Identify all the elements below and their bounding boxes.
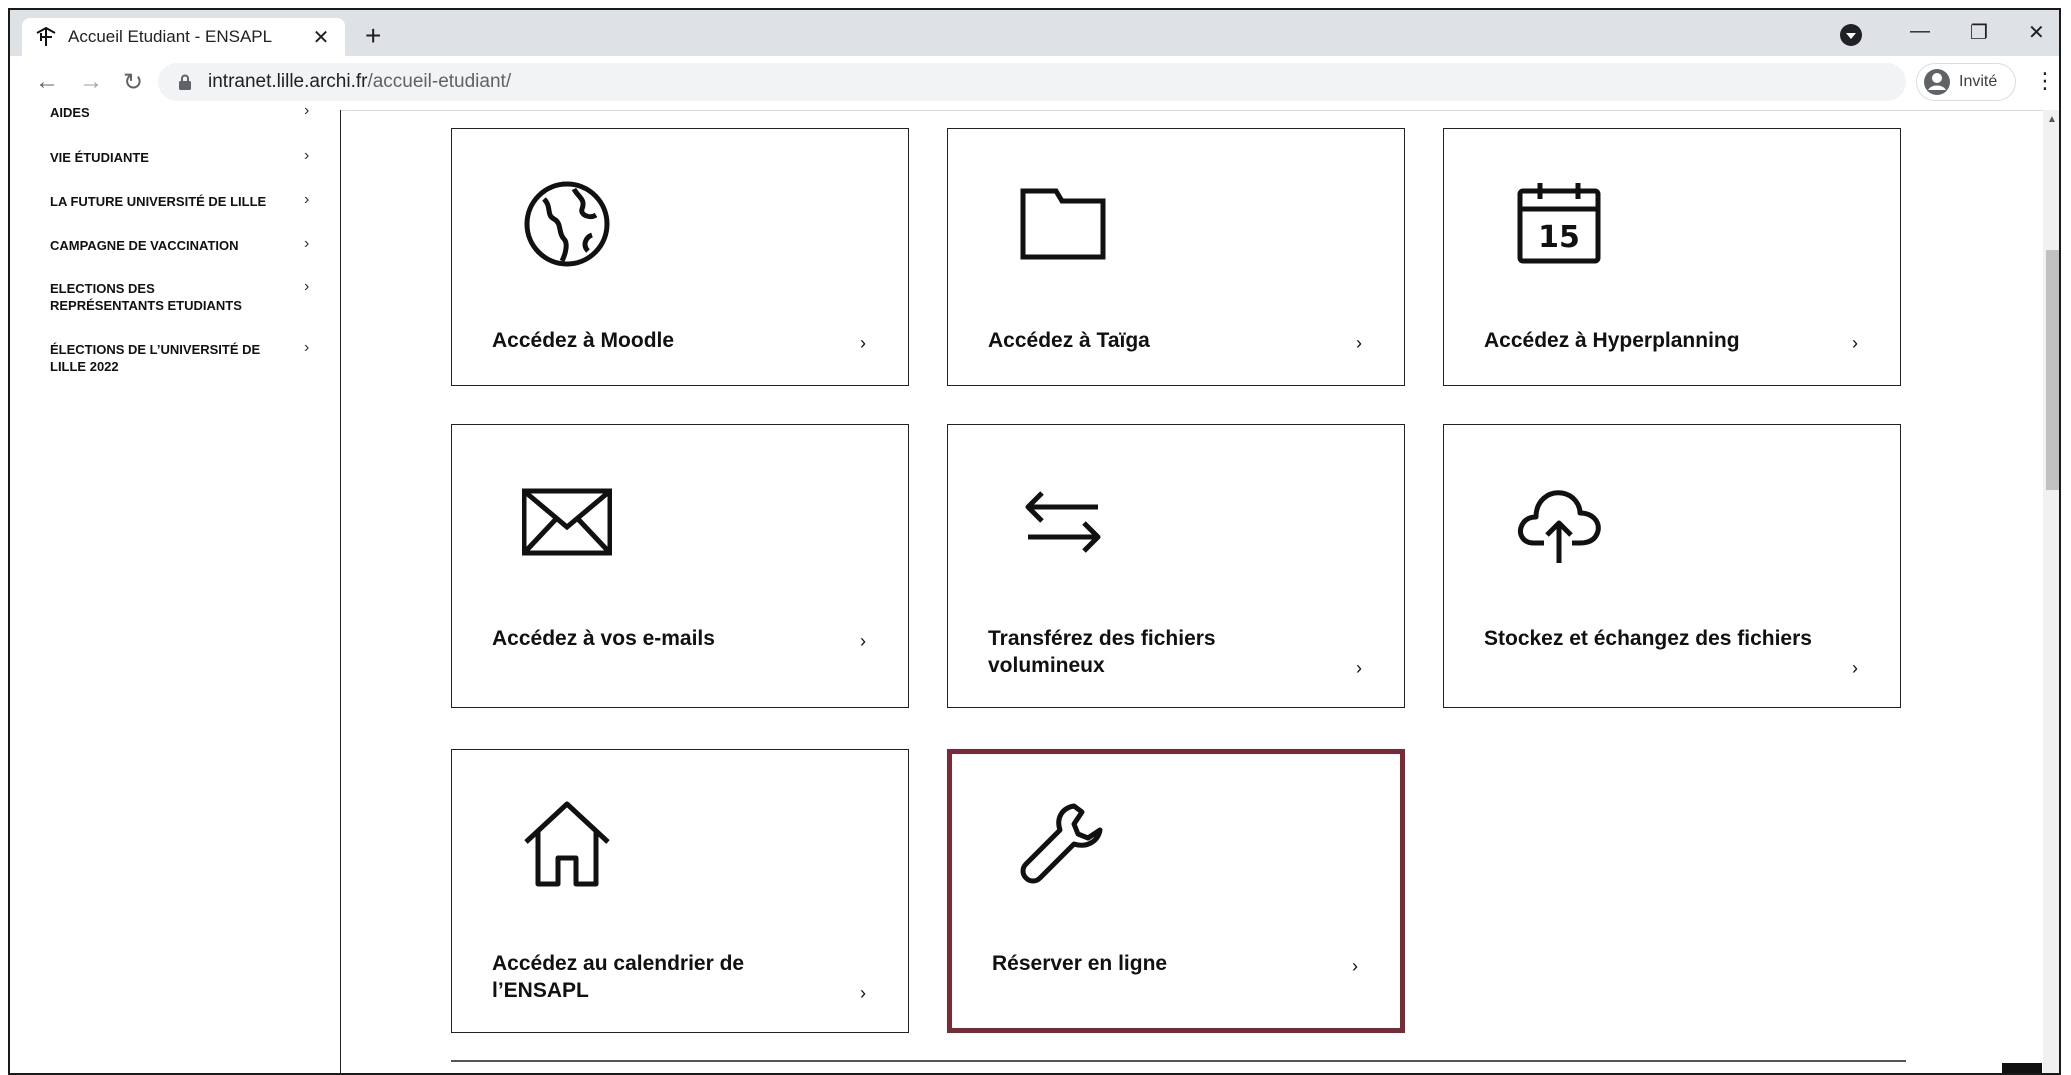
folder-icon bbox=[1020, 188, 1106, 260]
sidebar-item-elections-universite[interactable]: ÉLECTIONS DE L’UNIVERSITÉ DE LILLE 2022 … bbox=[50, 339, 320, 375]
card-transfer[interactable]: Transférez des fichiers volumineux › bbox=[947, 424, 1405, 708]
back-button[interactable]: ← bbox=[32, 68, 62, 96]
sidebar-item-campagne-vaccination[interactable]: CAMPAGNE DE VACCINATION › bbox=[50, 235, 320, 254]
chevron-right-icon: › bbox=[1356, 333, 1362, 353]
card-label: Réserver en ligne bbox=[992, 952, 1168, 975]
browser-window: Accueil Etudiant - ENSAPL ✕ + — ❐ ✕ ← → … bbox=[8, 8, 2061, 1075]
wrench-icon bbox=[1020, 803, 1103, 884]
back-to-top-button[interactable] bbox=[2002, 1063, 2042, 1073]
chevron-right-icon: › bbox=[304, 102, 310, 119]
lock-icon[interactable] bbox=[178, 74, 192, 90]
reload-button[interactable]: ↻ bbox=[118, 68, 148, 97]
card-label: Accédez à Taïga bbox=[988, 329, 1150, 352]
browser-tab[interactable]: Accueil Etudiant - ENSAPL ✕ bbox=[22, 18, 345, 56]
chevron-right-icon: › bbox=[304, 235, 310, 252]
sidebar-item-vie-etudiante[interactable]: VIE ÉTUDIANTE › bbox=[50, 147, 320, 166]
card-taiga[interactable]: Accédez à Taïga › bbox=[947, 128, 1405, 386]
sidebar-item-future-universite[interactable]: LA FUTURE UNIVERSITÉ DE LILLE › bbox=[50, 191, 320, 210]
browser-menu-icon[interactable]: ⋮ bbox=[2034, 68, 2056, 94]
scroll-thumb[interactable] bbox=[2046, 250, 2059, 490]
tab-search-icon[interactable] bbox=[1840, 24, 1862, 46]
close-window-button[interactable]: ✕ bbox=[2028, 20, 2045, 45]
chevron-right-icon: › bbox=[1852, 333, 1858, 353]
url-text: intranet.lille.archi.fr/accueil-etudiant… bbox=[208, 71, 511, 93]
url-host: intranet.lille.archi.fr bbox=[208, 71, 368, 92]
sidebar-item-aides[interactable]: AIDES › bbox=[50, 102, 320, 121]
chevron-right-icon: › bbox=[1352, 956, 1358, 976]
guest-profile-button[interactable]: Invité bbox=[1916, 63, 2016, 101]
sidebar-item-label: VIE ÉTUDIANTE bbox=[50, 150, 149, 165]
calendar-icon: 15 bbox=[1517, 183, 1601, 264]
new-tab-button[interactable]: + bbox=[365, 22, 381, 50]
globe-icon bbox=[524, 181, 610, 267]
sidebar-item-label: ELECTIONS DES REPRÉSENTANTS ETUDIANTS bbox=[50, 281, 242, 313]
card-label: Accédez à vos e-mails bbox=[492, 627, 715, 650]
card-storage[interactable]: Stockez et échangez des fichiers › bbox=[1443, 424, 1901, 708]
card-label: Transférez des fichiers volumineux bbox=[988, 627, 1216, 677]
tab-title: Accueil Etudiant - ENSAPL bbox=[68, 27, 273, 46]
chevron-right-icon: › bbox=[1852, 658, 1858, 678]
chevron-right-icon: › bbox=[304, 339, 310, 356]
envelope-icon bbox=[522, 488, 612, 556]
forward-button[interactable]: → bbox=[76, 68, 106, 96]
card-label: Stockez et échangez des fichiers bbox=[1484, 627, 1812, 650]
chevron-right-icon: › bbox=[860, 631, 866, 651]
tab-strip: Accueil Etudiant - ENSAPL ✕ + — ❐ ✕ bbox=[10, 10, 2059, 56]
chevron-right-icon: › bbox=[860, 983, 866, 1003]
sidebar-item-elections-representants[interactable]: ELECTIONS DES REPRÉSENTANTS ETUDIANTS › bbox=[50, 278, 320, 314]
card-label: Accédez au calendrier de l’ENSAPL bbox=[492, 952, 745, 1002]
guest-label: Invité bbox=[1959, 73, 1998, 90]
sidebar-item-label: LA FUTURE UNIVERSITÉ DE LILLE bbox=[50, 194, 267, 209]
card-emails[interactable]: Accédez à vos e-mails › bbox=[451, 424, 909, 708]
house-icon bbox=[524, 801, 610, 887]
chevron-right-icon: › bbox=[304, 147, 310, 164]
scroll-up-icon[interactable]: ▲ bbox=[2047, 114, 2057, 125]
sidebar-item-label: CAMPAGNE DE VACCINATION bbox=[50, 238, 239, 253]
ensapl-favicon-icon bbox=[34, 25, 58, 49]
minimize-button[interactable]: — bbox=[1910, 20, 1930, 43]
page-scrollbar[interactable]: ▲ bbox=[2043, 110, 2059, 1073]
browser-toolbar: ← → ↻ intranet.lille.archi.fr/accueil-et… bbox=[10, 56, 2059, 111]
card-reserver-en-ligne[interactable]: Réserver en ligne › bbox=[947, 749, 1405, 1033]
content-divider bbox=[451, 1060, 1906, 1062]
maximize-button[interactable]: ❐ bbox=[1970, 20, 1988, 45]
transfer-arrows-icon bbox=[1025, 491, 1101, 553]
chevron-right-icon: › bbox=[1356, 658, 1362, 678]
card-calendar-ensapl[interactable]: Accédez au calendrier de l’ENSAPL › bbox=[451, 749, 909, 1033]
profile-avatar-icon bbox=[1924, 69, 1950, 95]
address-bar[interactable]: intranet.lille.archi.fr/accueil-etudiant… bbox=[158, 63, 1906, 101]
card-label: Accédez à Moodle bbox=[492, 329, 675, 352]
url-path: /accueil-etudiant/ bbox=[367, 71, 512, 92]
chevron-right-icon: › bbox=[304, 191, 310, 208]
calendar-day-number: 15 bbox=[1538, 220, 1580, 255]
card-moodle[interactable]: Accédez à Moodle › bbox=[451, 128, 909, 386]
cloud-upload-icon bbox=[1518, 490, 1601, 563]
card-label: Accédez à Hyperplanning bbox=[1484, 329, 1740, 352]
chevron-right-icon: › bbox=[304, 278, 310, 295]
sidebar-item-label: AIDES bbox=[50, 105, 90, 120]
sidebar-nav: AIDES › VIE ÉTUDIANTE › LA FUTURE UNIVER… bbox=[10, 102, 341, 1073]
tab-close-icon[interactable]: ✕ bbox=[309, 25, 333, 50]
card-hyperplanning[interactable]: 15 Accédez à Hyperplanning › bbox=[1443, 128, 1901, 386]
chevron-right-icon: › bbox=[860, 333, 866, 353]
sidebar-item-label: ÉLECTIONS DE L’UNIVERSITÉ DE LILLE 2022 bbox=[50, 342, 261, 374]
